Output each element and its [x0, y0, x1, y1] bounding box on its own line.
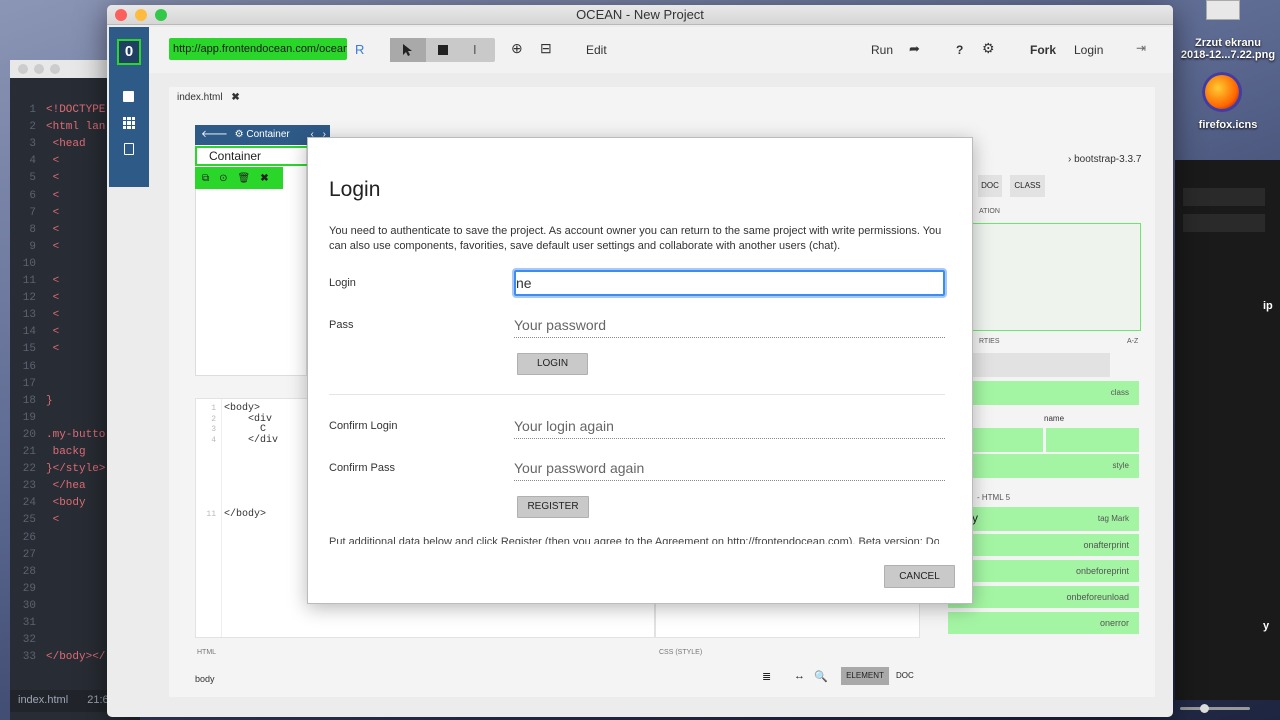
tag-field[interactable]: y tag Mark	[948, 507, 1139, 531]
agreement-text: Put additional data below and click Regi…	[329, 536, 939, 544]
resize-horizontal-icon[interactable]: ↔	[794, 670, 805, 682]
ocean-logo-icon[interactable]: 0	[117, 39, 141, 65]
doc-tab[interactable]: DOC	[896, 671, 914, 680]
confirm-login-input[interactable]	[514, 413, 945, 439]
help-button[interactable]: ?	[956, 43, 963, 57]
pass-label: Pass	[329, 319, 354, 331]
selected-element[interactable]: Container	[195, 146, 307, 166]
window-titlebar: OCEAN - New Project	[107, 5, 1173, 25]
confirm-pass-label: Confirm Pass	[329, 462, 396, 474]
firefox-file-label: firefox.icns	[1198, 119, 1258, 131]
confirm-password-input[interactable]	[514, 455, 945, 481]
element-icon[interactable]	[123, 91, 134, 102]
settings-gear-icon[interactable]: ⚙	[982, 40, 995, 57]
copy-icon[interactable]: ⧉	[202, 173, 209, 184]
zoom-icon[interactable]: 🔍	[814, 670, 828, 683]
section-label: ATION	[979, 208, 1000, 215]
event-field[interactable]: onbeforeprint	[948, 560, 1139, 582]
element-actions: ⧉ ⊙ 🗑 ✖	[195, 167, 283, 189]
close-tab-icon[interactable]: ✖	[231, 92, 239, 103]
style-field[interactable]: style	[948, 454, 1139, 478]
confirm-login-label: Confirm Login	[329, 420, 398, 432]
html-pane-label: HTML	[197, 649, 217, 656]
element-path[interactable]: body	[195, 674, 215, 684]
maximize-window-button[interactable]	[155, 9, 167, 21]
password-input[interactable]	[514, 312, 945, 338]
run-button[interactable]: Run	[871, 43, 893, 57]
remove-icon[interactable]: ⊟	[540, 40, 552, 57]
class-field[interactable]: class	[948, 381, 1139, 405]
share-icon[interactable]: ➦	[909, 41, 920, 57]
register-button[interactable]: REGISTER	[517, 496, 589, 518]
logout-icon[interactable]: ⇥	[1136, 41, 1146, 55]
element-tab[interactable]: ELEMENT	[841, 667, 889, 685]
description-textarea[interactable]	[948, 223, 1141, 331]
login-input[interactable]	[514, 270, 945, 296]
partial-label-1: ip	[1263, 300, 1273, 312]
html5-label: - HTML 5	[977, 493, 1011, 502]
minimize-window-button[interactable]	[135, 9, 147, 21]
partial-label-2: y	[1263, 620, 1270, 632]
background-dark-window: ip y	[1175, 160, 1280, 700]
cogs-icon: ⚙	[234, 129, 244, 140]
url-field[interactable]: http://app.frontendocean.com/ocean	[169, 38, 347, 60]
name-label: name	[1044, 414, 1065, 423]
edit-menu[interactable]: Edit	[586, 43, 607, 57]
modal-title: Login	[329, 178, 381, 201]
event-field[interactable]: onafterprint	[948, 534, 1139, 556]
square-select-icon[interactable]	[438, 45, 448, 55]
login-button[interactable]: Login	[1074, 43, 1103, 57]
event-field[interactable]: onbeforeunload	[948, 586, 1139, 608]
add-icon[interactable]: ⊕	[511, 40, 523, 57]
props-doc-tab[interactable]: DOC	[978, 175, 1002, 197]
login-label: Login	[329, 277, 356, 289]
screenshot-file-label: Zrzut ekranu 2018-12...7.22.png	[1180, 37, 1276, 61]
window-title: OCEAN - New Project	[576, 7, 704, 22]
tag-mark-label: tag Mark	[1097, 514, 1129, 523]
main-window: OCEAN - New Project 0 http://app.fronten…	[107, 5, 1173, 717]
trash-icon[interactable]: 🗑	[238, 173, 251, 184]
modal-description: You need to authenticate to save the pro…	[329, 225, 942, 252]
event-field[interactable]: onerror	[948, 612, 1139, 634]
properties-label: RTIES	[979, 338, 1000, 345]
desktop-slider[interactable]	[1180, 704, 1250, 713]
breadcrumb-label: Container	[246, 129, 290, 140]
modal-divider	[329, 394, 945, 395]
text-cursor-icon[interactable]: I	[473, 42, 477, 57]
reload-button[interactable]: R	[355, 42, 364, 57]
file-tab[interactable]: index.html ✖	[177, 92, 240, 103]
target-icon[interactable]: ⊙	[219, 173, 227, 184]
grid-icon[interactable]	[123, 117, 135, 129]
login-submit-button[interactable]: LOGIN	[517, 353, 588, 375]
background-status-file: index.html	[18, 694, 69, 706]
document-icon[interactable]	[124, 143, 134, 155]
library-label[interactable]: › bootstrap-3.3.7	[1068, 154, 1141, 165]
close-window-button[interactable]	[115, 9, 127, 21]
pointer-icon[interactable]	[402, 44, 413, 56]
layers-icon[interactable]: ≣	[762, 670, 771, 683]
css-pane-label: CSS (STYLE)	[659, 649, 703, 656]
background-status-pos: 21:6	[87, 694, 109, 706]
login-modal: Login You need to authenticate to save t…	[307, 137, 973, 604]
back-arrow-icon[interactable]: 🡐	[201, 129, 228, 140]
file-tab-label: index.html	[177, 92, 223, 103]
screenshot-file-icon[interactable]	[1206, 0, 1240, 20]
fork-button[interactable]: Fork	[1030, 43, 1056, 57]
tool-group: I	[390, 38, 495, 62]
cancel-button[interactable]: CANCEL	[884, 565, 955, 588]
sort-label[interactable]: A-Z	[1127, 338, 1138, 345]
left-toolbar: 0	[109, 27, 149, 187]
delete-icon[interactable]: ✖	[260, 173, 268, 184]
firefox-icon[interactable]	[1202, 72, 1242, 112]
top-toolbar: http://app.frontendocean.com/ocean R I ⊕…	[149, 27, 1173, 73]
props-class-tab[interactable]: CLASS	[1010, 175, 1045, 197]
